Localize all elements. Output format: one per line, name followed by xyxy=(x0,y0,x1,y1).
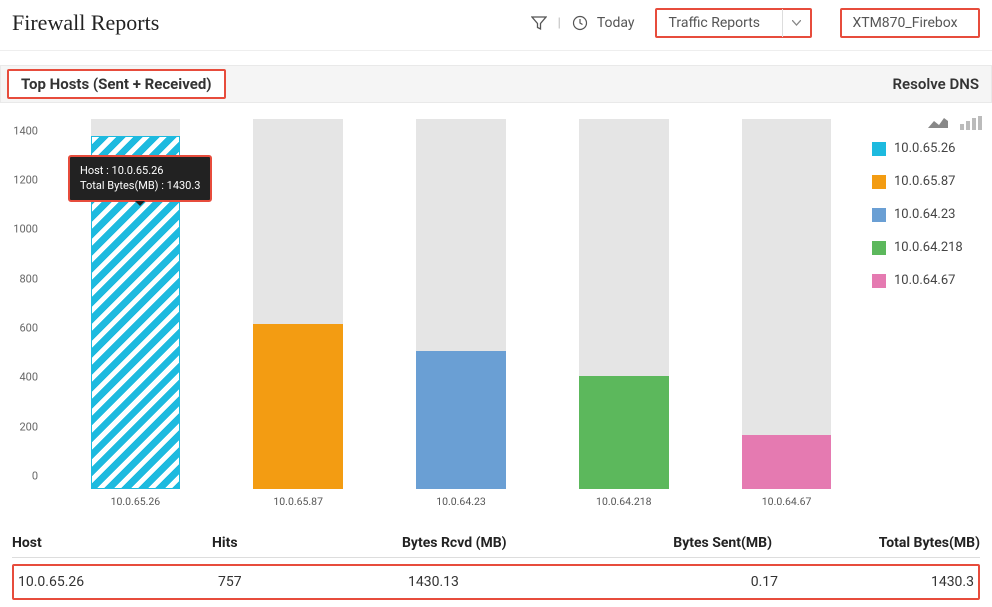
filter-icon[interactable] xyxy=(530,14,548,32)
legend-label: 10.0.65.87 xyxy=(894,174,955,189)
clock-icon[interactable] xyxy=(571,14,589,32)
table-row[interactable]: 10.0.65.26 757 1430.13 0.17 1430.3 xyxy=(12,564,980,600)
legend-label: 10.0.64.23 xyxy=(894,207,955,222)
bar-value xyxy=(742,435,832,489)
y-tick: 200 xyxy=(19,420,38,433)
y-tick: 1200 xyxy=(13,174,38,187)
bar-chart[interactable]: 0 200 400 600 800 1000 1200 1400 10.0.65.26 10.0… xyxy=(0,109,872,519)
col-sent: Bytes Sent(MB) xyxy=(602,535,802,551)
bar-chart-icon[interactable] xyxy=(958,115,984,131)
bar-value xyxy=(253,324,343,489)
x-label: 10.0.64.67 xyxy=(762,495,812,508)
widget-title: Top Hosts (Sent + Received) xyxy=(7,69,226,99)
page-title: Firewall Reports xyxy=(12,10,159,36)
bar-10.0.64.67[interactable] xyxy=(742,119,832,489)
x-label: 10.0.65.26 xyxy=(111,495,161,508)
x-label: 10.0.65.87 xyxy=(273,495,323,508)
legend-item[interactable]: 10.0.64.67 xyxy=(872,273,984,288)
time-range-label[interactable]: Today xyxy=(597,15,635,31)
bar-10.0.65.87[interactable] xyxy=(253,119,343,489)
bar-background xyxy=(742,119,832,489)
col-total: Total Bytes(MB) xyxy=(802,535,980,551)
legend-item[interactable]: 10.0.64.218 xyxy=(872,240,984,255)
legend-swatch xyxy=(872,208,886,222)
tooltip-line1: Host : 10.0.65.26 xyxy=(80,163,200,178)
y-tick: 400 xyxy=(19,371,38,384)
legend-label: 10.0.64.218 xyxy=(894,240,963,255)
bar-value xyxy=(579,376,669,489)
legend-swatch xyxy=(872,142,886,156)
cell-sent: 0.17 xyxy=(608,574,808,590)
y-tick: 1000 xyxy=(13,223,38,236)
cell-host: 10.0.65.26 xyxy=(18,574,218,590)
legend-item[interactable]: 10.0.64.23 xyxy=(872,207,984,222)
legend-label: 10.0.64.67 xyxy=(894,273,955,288)
legend-label: 10.0.65.26 xyxy=(894,141,955,156)
tooltip-line2: Total Bytes(MB) : 1430.3 xyxy=(80,178,200,193)
col-host: Host xyxy=(12,535,212,551)
y-tick: 800 xyxy=(19,272,38,285)
y-tick: 600 xyxy=(19,322,38,335)
bar-10.0.64.23[interactable] xyxy=(416,119,506,489)
cell-rcvd: 1430.13 xyxy=(408,574,608,590)
chart-tooltip: Host : 10.0.65.26 Total Bytes(MB) : 1430… xyxy=(68,155,212,202)
col-hits: Hits xyxy=(212,535,402,551)
separator: | xyxy=(558,16,561,31)
chevron-down-icon xyxy=(782,9,810,37)
area-chart-icon[interactable] xyxy=(926,115,952,131)
device-dropdown[interactable]: XTM870_Firebox xyxy=(840,8,980,38)
x-label: 10.0.64.23 xyxy=(436,495,486,508)
table-header: Host Hits Bytes Rcvd (MB) Bytes Sent(MB)… xyxy=(12,529,980,558)
col-rcvd: Bytes Rcvd (MB) xyxy=(402,535,602,551)
y-tick: 1400 xyxy=(13,124,38,137)
bar-value xyxy=(416,351,506,489)
report-type-value: Traffic Reports xyxy=(657,15,782,31)
legend-item[interactable]: 10.0.65.87 xyxy=(872,174,984,189)
y-tick: 0 xyxy=(32,470,38,483)
legend-item[interactable]: 10.0.65.26 xyxy=(872,141,984,156)
resolve-dns-button[interactable]: Resolve DNS xyxy=(893,75,979,93)
legend-swatch xyxy=(872,241,886,255)
cell-total: 1430.3 xyxy=(808,574,974,590)
cell-hits: 757 xyxy=(218,574,408,590)
report-type-dropdown[interactable]: Traffic Reports xyxy=(655,8,812,38)
bar-10.0.64.218[interactable] xyxy=(579,119,669,489)
device-value: XTM870_Firebox xyxy=(840,15,979,31)
x-label: 10.0.64.218 xyxy=(596,495,652,508)
legend-swatch xyxy=(872,274,886,288)
legend-swatch xyxy=(872,175,886,189)
